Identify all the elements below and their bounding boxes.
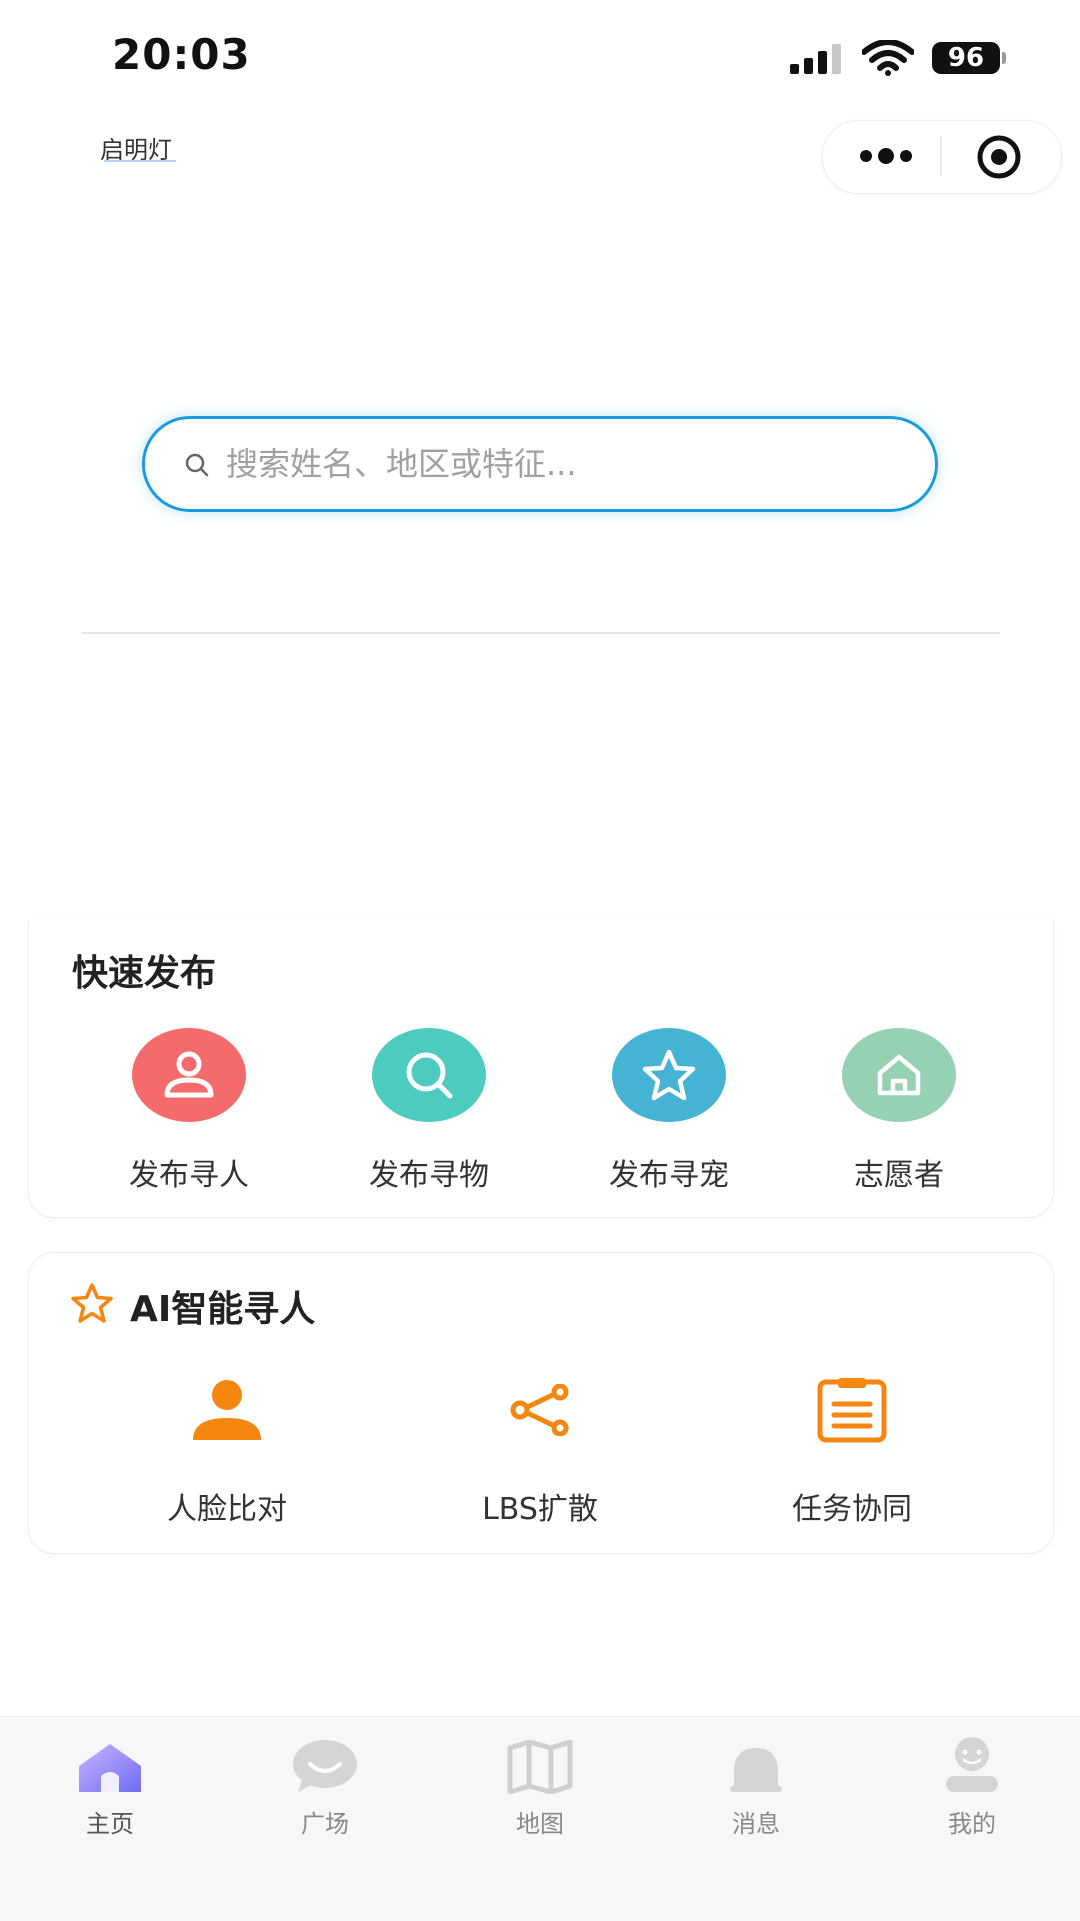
ai-search-title: AI智能寻人 bbox=[130, 1289, 316, 1330]
battery-indicator: 96 bbox=[932, 42, 1000, 74]
lbs-spread-button[interactable]: LBS扩散 bbox=[430, 1370, 650, 1528]
face-compare-label: 人脸比对 bbox=[167, 1492, 287, 1527]
tab-home-label: 主页 bbox=[86, 1810, 134, 1838]
capsule-divider bbox=[940, 136, 942, 176]
task-collab-label: 任务协同 bbox=[792, 1492, 912, 1527]
publish-pet-label: 发布寻宠 bbox=[609, 1158, 729, 1193]
tab-map[interactable]: 地图 bbox=[460, 1736, 620, 1839]
search-icon bbox=[372, 1028, 486, 1122]
user-icon bbox=[937, 1736, 1007, 1794]
search-input[interactable] bbox=[226, 438, 906, 490]
map-icon bbox=[505, 1736, 575, 1794]
status-time: 20:03 bbox=[112, 30, 251, 79]
task-collab-button[interactable]: 任务协同 bbox=[742, 1370, 962, 1528]
publish-item-button[interactable]: 发布寻物 bbox=[339, 1028, 519, 1194]
app-title-underline bbox=[104, 160, 176, 162]
publish-item-label: 发布寻物 bbox=[369, 1158, 489, 1193]
star-icon bbox=[612, 1028, 726, 1122]
bell-icon bbox=[721, 1736, 791, 1794]
person-icon bbox=[132, 1028, 246, 1122]
quick-publish-title: 快速发布 bbox=[72, 953, 217, 994]
more-icon[interactable] bbox=[858, 146, 914, 166]
tab-messages-label: 消息 bbox=[732, 1810, 780, 1838]
close-target-icon[interactable] bbox=[976, 134, 1022, 180]
home-icon bbox=[842, 1028, 956, 1122]
lbs-spread-label: LBS扩散 bbox=[482, 1492, 598, 1527]
share-icon bbox=[500, 1370, 580, 1450]
publish-person-label: 发布寻人 bbox=[129, 1158, 249, 1193]
tab-home[interactable]: 主页 bbox=[30, 1736, 190, 1839]
wifi-icon bbox=[862, 40, 914, 76]
cellular-signal-icon bbox=[790, 44, 841, 74]
divider bbox=[82, 632, 1000, 634]
tab-square[interactable]: 广场 bbox=[245, 1736, 405, 1839]
publish-pet-button[interactable]: 发布寻宠 bbox=[579, 1028, 759, 1194]
battery-nub bbox=[1002, 52, 1006, 64]
home-icon bbox=[75, 1736, 145, 1794]
tab-profile-label: 我的 bbox=[948, 1810, 996, 1838]
search-icon bbox=[185, 453, 209, 477]
tab-profile[interactable]: 我的 bbox=[892, 1736, 1052, 1839]
star-icon bbox=[71, 1283, 113, 1323]
face-compare-button[interactable]: 人脸比对 bbox=[117, 1370, 337, 1528]
tab-map-label: 地图 bbox=[516, 1810, 564, 1838]
clipboard-icon bbox=[812, 1370, 892, 1450]
tab-square-label: 广场 bbox=[301, 1810, 349, 1838]
tab-messages[interactable]: 消息 bbox=[676, 1736, 836, 1839]
volunteer-button[interactable]: 志愿者 bbox=[809, 1028, 989, 1194]
person-icon bbox=[187, 1370, 267, 1450]
volunteer-label: 志愿者 bbox=[854, 1158, 944, 1193]
publish-person-button[interactable]: 发布寻人 bbox=[99, 1028, 279, 1194]
chat-bubble-icon bbox=[290, 1736, 360, 1794]
